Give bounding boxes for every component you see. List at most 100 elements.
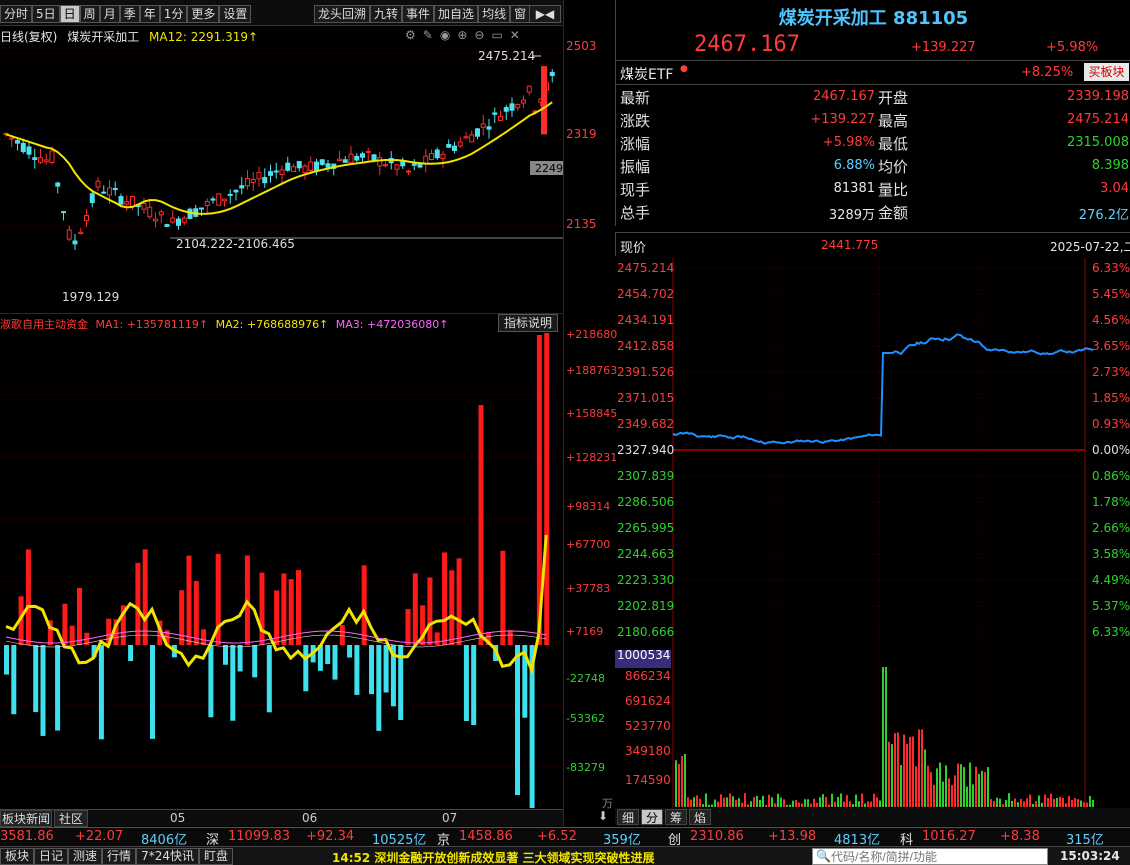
period-buttons: 分时 5日日周月季年 1分 更多 设置 bbox=[0, 5, 252, 23]
intraday-right-tick: 6.33% bbox=[1092, 625, 1130, 639]
quote-value: 6.88% bbox=[833, 158, 875, 173]
toolbar-button-3[interactable]: 周 bbox=[79, 5, 100, 23]
indicator-help-button[interactable]: 指标说明 bbox=[498, 314, 558, 332]
vol-bar bbox=[771, 797, 773, 807]
tab-community[interactable]: 社区 bbox=[54, 810, 88, 827]
vol-bar bbox=[867, 801, 869, 807]
toolbar-button-7[interactable]: 1分 bbox=[159, 5, 188, 23]
kline-candle-last bbox=[541, 66, 547, 135]
toolbar2-button-3[interactable]: 加自选 bbox=[434, 5, 479, 23]
status-button-3[interactable]: 行情 bbox=[102, 848, 137, 865]
flow-bar bbox=[427, 577, 433, 645]
index-change: +6.52 bbox=[537, 829, 577, 844]
eye-icon[interactable]: ◉ bbox=[440, 28, 450, 44]
toolbar-button-5[interactable]: 季 bbox=[119, 5, 140, 23]
download-icon[interactable]: ⬇ bbox=[598, 809, 608, 823]
status-button-0[interactable]: 板块 bbox=[0, 848, 35, 865]
kline-candle bbox=[222, 198, 227, 202]
toolbar-button-9[interactable]: 设置 bbox=[219, 5, 252, 23]
vol-bar bbox=[822, 794, 824, 807]
kline-candle bbox=[61, 211, 66, 214]
flow-bar bbox=[252, 645, 258, 678]
toolbar-button-6[interactable]: 年 bbox=[139, 5, 160, 23]
kline-candle bbox=[199, 207, 204, 210]
quote-change: +139.227 bbox=[911, 40, 976, 55]
vol-bar bbox=[906, 743, 908, 807]
vol-bar bbox=[897, 732, 899, 807]
indicator-chart[interactable] bbox=[0, 333, 563, 808]
search-input[interactable] bbox=[831, 849, 1041, 864]
intraday-right-tick: 5.37% bbox=[1092, 599, 1130, 613]
vol-bar bbox=[1065, 803, 1067, 807]
toolbar-button-0[interactable]: 分时 bbox=[0, 5, 33, 23]
kline-candle bbox=[492, 112, 498, 115]
news-ticker[interactable]: 14:52 深圳金融开放创新成效显著 三大领域实现突破性进展 bbox=[332, 849, 655, 865]
tab-detail[interactable]: 细 bbox=[617, 809, 639, 825]
kline-candle bbox=[216, 193, 222, 206]
intraday-right-tick: 4.49% bbox=[1092, 573, 1130, 587]
restore-icon[interactable]: ▭ bbox=[491, 28, 502, 44]
expand-icon[interactable]: ▶◀ bbox=[529, 5, 561, 23]
vol-bar bbox=[1077, 799, 1079, 807]
toolbar-button-4[interactable]: 月 bbox=[99, 5, 120, 23]
kline-candle bbox=[486, 126, 492, 130]
intraday-left-tick: 2454.702 bbox=[617, 287, 674, 301]
flow-bar bbox=[266, 645, 272, 713]
tab-flame[interactable]: 焰 bbox=[689, 809, 711, 825]
vol-bar bbox=[765, 804, 767, 807]
etf-dot-icon: ● bbox=[680, 64, 688, 74]
quote-title: 煤炭开采加工 881105 bbox=[778, 8, 969, 29]
close-icon[interactable]: ✕ bbox=[510, 28, 520, 44]
toolbar2-button-4[interactable]: 均线 bbox=[478, 5, 511, 23]
kline-candle bbox=[279, 169, 285, 176]
kline-candle bbox=[319, 159, 325, 165]
kline-candle bbox=[268, 171, 273, 176]
vol-bar bbox=[780, 797, 782, 807]
tab-chips[interactable]: 筹 bbox=[665, 809, 687, 825]
price-tag: 2249 bbox=[535, 162, 563, 175]
ma12-label: MA12: 2291.319↑ bbox=[149, 30, 259, 44]
toolbar-button-8[interactable]: 更多 bbox=[187, 5, 220, 23]
flow-bar bbox=[434, 632, 440, 645]
buy-sector-button[interactable]: 买板块 bbox=[1084, 63, 1129, 81]
divider bbox=[616, 60, 1130, 61]
flow-bar bbox=[55, 645, 61, 731]
status-button-2[interactable]: 测速 bbox=[68, 848, 103, 865]
vol-bar bbox=[1080, 800, 1082, 807]
vol-bar bbox=[681, 756, 683, 807]
toolbar2-button-2[interactable]: 事件 bbox=[402, 5, 435, 23]
toolbar-button-2[interactable]: 日 bbox=[59, 5, 80, 23]
kline-candle bbox=[521, 99, 526, 104]
vol-bar bbox=[1035, 801, 1037, 807]
vol-bar bbox=[1038, 795, 1040, 807]
kline-candle bbox=[308, 161, 314, 172]
flow-bar bbox=[274, 590, 280, 645]
toolbar-button-1[interactable]: 5日 bbox=[32, 5, 60, 23]
intraday-right-tick: 1.85% bbox=[1092, 391, 1130, 405]
divider bbox=[616, 84, 1130, 85]
draw-icon[interactable]: ✎ bbox=[423, 28, 433, 44]
search-box[interactable]: 🔍 bbox=[812, 848, 1048, 865]
toolbar2-button-0[interactable]: 龙头回溯 bbox=[314, 5, 371, 23]
toolbar2-button-1[interactable]: 九转 bbox=[370, 5, 403, 23]
vol-bar bbox=[954, 775, 956, 807]
quote-row: 涨幅 +5.98% 最低 2315.008 bbox=[616, 132, 1130, 155]
zoom-in-icon[interactable]: ⊕ bbox=[457, 28, 467, 44]
tab-sector-news[interactable]: 板块新闻 bbox=[0, 810, 52, 827]
vol-bar bbox=[849, 801, 851, 807]
tab-minute[interactable]: 分 bbox=[641, 809, 663, 825]
intraday-chart[interactable]: 2475.214 2454.702 2434.191 2412.858 2391.526… bbox=[615, 258, 1130, 808]
etf-name[interactable]: 煤炭ETF bbox=[620, 64, 673, 84]
status-button-4[interactable]: 7*24快讯 bbox=[136, 848, 199, 865]
status-bar: 板块 日记 测速 行情 7*24快讯 盯盘 14:52 深圳金融开放创新成效显著 三大领域… bbox=[0, 846, 1130, 865]
kline-chart[interactable]: 2475.214 1979.129 2104.222-2106.465 2249 bbox=[0, 45, 563, 313]
status-button-5[interactable]: 盯盘 bbox=[198, 848, 233, 865]
flow-bar bbox=[98, 645, 104, 740]
status-button-1[interactable]: 日记 bbox=[34, 848, 69, 865]
vol-bar bbox=[930, 772, 932, 807]
settings-icon[interactable]: ⚙ bbox=[405, 28, 416, 44]
zoom-out-icon[interactable]: ⊖ bbox=[474, 28, 484, 44]
toolbar2-button-5[interactable]: 窗 bbox=[510, 5, 531, 23]
vol-bar bbox=[1050, 793, 1052, 807]
kline-candle bbox=[509, 103, 515, 111]
